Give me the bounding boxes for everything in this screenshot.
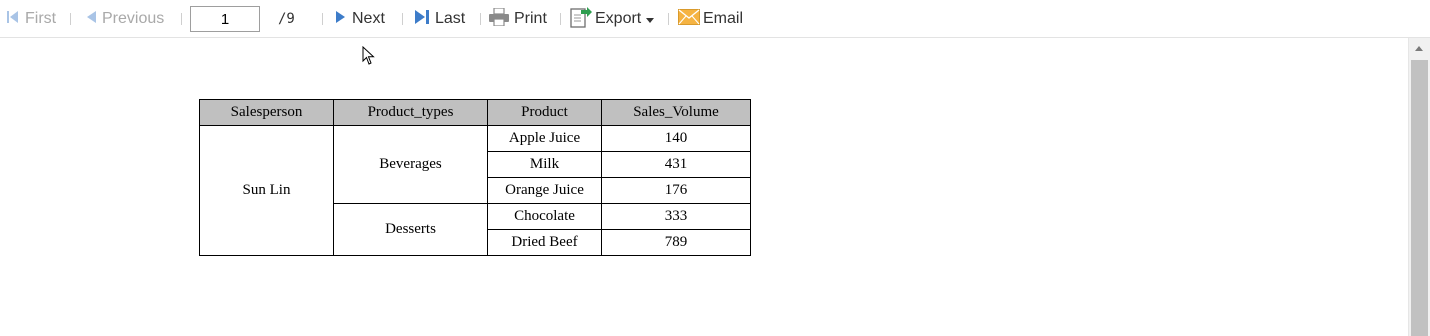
last-icon bbox=[414, 9, 430, 30]
product-type-cell: Beverages bbox=[333, 125, 488, 204]
sales-volume-cell: 176 bbox=[601, 177, 751, 204]
toolbar-divider bbox=[70, 13, 71, 25]
previous-label: Previous bbox=[102, 10, 165, 27]
chevron-down-icon bbox=[646, 10, 655, 28]
sales-volume-cell: 140 bbox=[601, 125, 751, 152]
email-icon bbox=[678, 8, 700, 30]
toolbar-divider bbox=[668, 13, 669, 25]
toolbar-divider bbox=[181, 13, 182, 25]
first-button[interactable]: First bbox=[6, 0, 56, 38]
export-icon bbox=[570, 6, 592, 33]
export-label: Export bbox=[595, 10, 642, 27]
print-label: Print bbox=[514, 10, 547, 27]
product-type-cell: Desserts bbox=[333, 203, 488, 256]
salesperson-cell: Sun Lin bbox=[199, 125, 334, 256]
toolbar-divider bbox=[560, 13, 561, 25]
email-button[interactable]: Email bbox=[678, 0, 743, 38]
next-label: Next bbox=[352, 10, 385, 27]
last-label: Last bbox=[435, 10, 466, 27]
toolbar-divider bbox=[322, 13, 323, 25]
print-icon bbox=[489, 6, 509, 31]
product-cell: Apple Juice bbox=[487, 125, 602, 152]
email-label: Email bbox=[703, 10, 744, 27]
previous-button[interactable]: Previous bbox=[85, 0, 164, 38]
product-cell: Orange Juice bbox=[487, 177, 602, 204]
last-button[interactable]: Last bbox=[414, 0, 465, 38]
scroll-up-arrow-icon[interactable] bbox=[1415, 46, 1423, 51]
first-label: First bbox=[25, 10, 57, 27]
column-header-product: Product bbox=[487, 99, 602, 126]
column-header-product-types: Product_types bbox=[333, 99, 488, 126]
page-total: /9 bbox=[278, 11, 295, 27]
sales-volume-cell: 431 bbox=[601, 151, 751, 178]
sales-volume-cell: 333 bbox=[601, 203, 751, 230]
previous-icon bbox=[85, 10, 97, 29]
next-icon bbox=[335, 10, 347, 29]
sales-volume-cell: 789 bbox=[601, 229, 751, 256]
table-row: Sun Lin Beverages Apple Juice 140 bbox=[199, 125, 751, 256]
print-button[interactable]: Print bbox=[489, 0, 547, 38]
product-cell: Dried Beef bbox=[487, 229, 602, 256]
first-icon bbox=[6, 10, 20, 29]
page-number-input[interactable] bbox=[190, 6, 260, 32]
vertical-scrollbar[interactable] bbox=[1408, 38, 1430, 336]
column-header-sales-volume: Sales_Volume bbox=[601, 99, 751, 126]
report-viewer: Salesperson Product_types Product Sales_… bbox=[0, 38, 1408, 336]
column-header-salesperson: Salesperson bbox=[199, 99, 334, 126]
report-toolbar: First Previous /9 Next Last Print bbox=[0, 0, 1430, 38]
product-cell: Chocolate bbox=[487, 203, 602, 230]
toolbar-divider bbox=[402, 13, 403, 25]
mouse-pointer-icon bbox=[362, 45, 376, 71]
export-dropdown[interactable]: Export bbox=[570, 0, 655, 38]
toolbar-divider bbox=[480, 13, 481, 25]
sales-table: Salesperson Product_types Product Sales_… bbox=[199, 99, 751, 256]
table-header-row: Salesperson Product_types Product Sales_… bbox=[199, 99, 751, 126]
scroll-thumb[interactable] bbox=[1411, 60, 1428, 336]
next-button[interactable]: Next bbox=[335, 0, 385, 38]
product-cell: Milk bbox=[487, 151, 602, 178]
